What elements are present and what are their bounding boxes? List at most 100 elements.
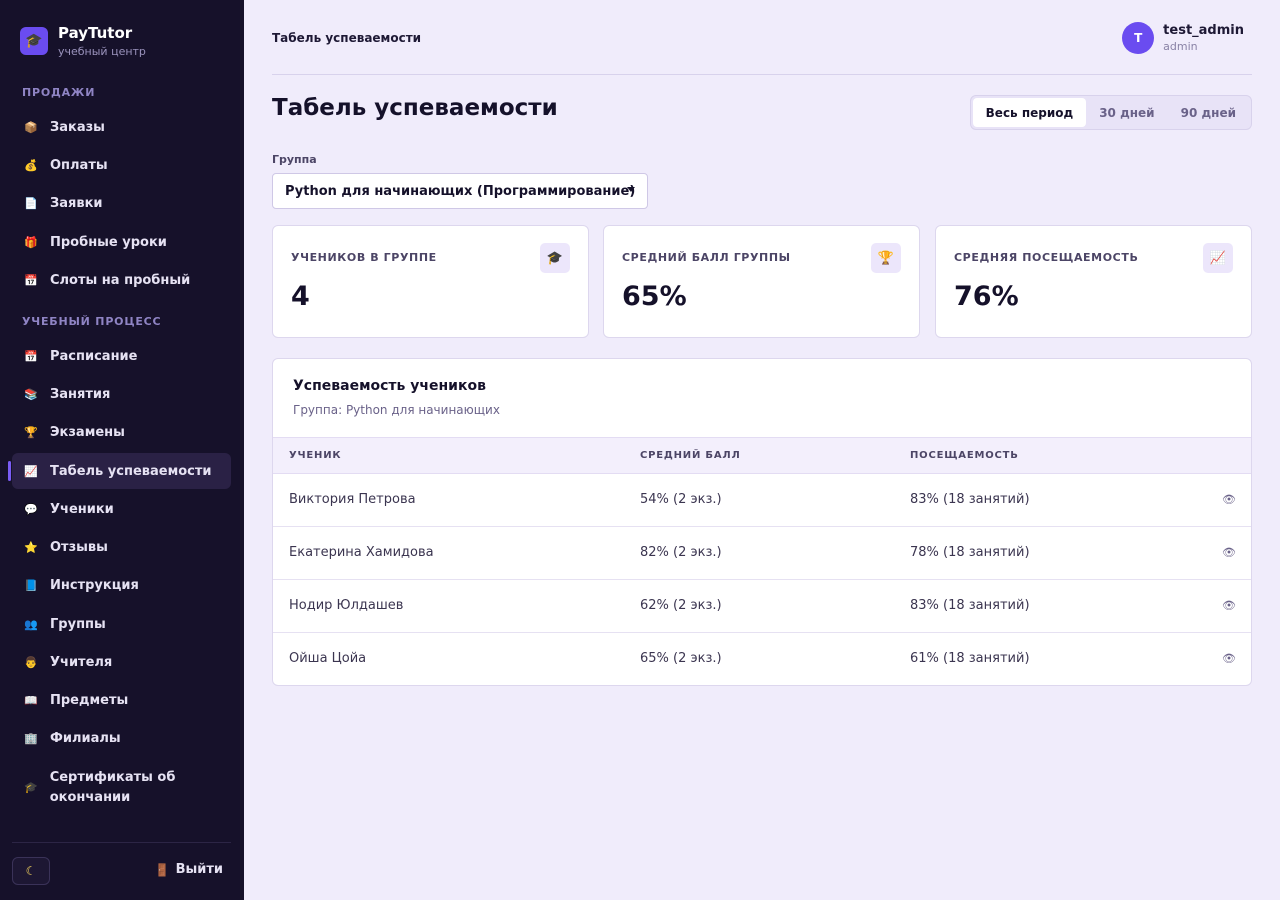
books-icon: 📚	[24, 387, 38, 401]
user-name: test_admin	[1163, 23, 1244, 38]
sidebar-item-label: Расписание	[50, 348, 138, 364]
sidebar-item-label: Заказы	[50, 119, 105, 135]
sidebar-item-teachers[interactable]: 👨 Учителя	[12, 644, 231, 680]
logout-button[interactable]: 🚪 Выйти	[155, 862, 223, 877]
sidebar-item-label: Отзывы	[50, 539, 108, 555]
table-row[interactable]: Екатерина Хамидова 82% (2 экз.) 78% (18 …	[273, 527, 1251, 580]
calendar-icon: 📅	[24, 349, 38, 363]
door-icon: 🚪	[154, 862, 170, 877]
student-score: 62% (2 экз.)	[640, 598, 722, 613]
sidebar-item-orders[interactable]: 📦 Заказы	[12, 109, 231, 145]
column-header-attendance[interactable]: ПОСЕЩАЕМОСТЬ	[910, 450, 1019, 461]
sidebar-item-label: Пробные уроки	[50, 234, 167, 250]
sidebar-item-payments[interactable]: 💰 Оплаты	[12, 147, 231, 183]
table-row[interactable]: Ойша Цойа 65% (2 экз.) 61% (18 занятий) …	[273, 633, 1251, 685]
building-icon: 🏢	[24, 731, 38, 745]
sidebar: 🎓 PayTutor учебный центр ПРОДАЖИ 📦 Заказ…	[0, 0, 244, 900]
stat-value: 65%	[622, 281, 687, 312]
sidebar-item-students[interactable]: 💬 Ученики	[12, 491, 231, 527]
eye-icon[interactable]: 👁	[1221, 544, 1237, 560]
period-30-days-button[interactable]: 30 дней	[1086, 98, 1167, 127]
chart-icon: 📈	[24, 464, 38, 478]
eye-icon[interactable]: 👁	[1221, 491, 1237, 507]
user-menu[interactable]: T test_admin admin	[1122, 22, 1244, 54]
period-switcher: Весь период 30 дней 90 дней	[969, 95, 1252, 130]
stat-label: СРЕДНИЙ БАЛЛ ГРУППЫ	[622, 251, 791, 264]
column-header-student[interactable]: УЧЕНИК	[289, 450, 341, 461]
stat-label: СРЕДНЯЯ ПОСЕЩАЕМОСТЬ	[954, 251, 1139, 264]
sidebar-item-instructions[interactable]: 📘 Инструкция	[12, 567, 231, 603]
student-attendance: 61% (18 занятий)	[910, 651, 1030, 666]
sidebar-item-label: Инструкция	[50, 577, 139, 593]
main-content: Табель успеваемости T test_admin admin Т…	[272, 0, 1252, 686]
sidebar-item-requests[interactable]: 📄 Заявки	[12, 185, 231, 221]
stat-card-average-score: СРЕДНИЙ БАЛЛ ГРУППЫ 65% 🏆	[603, 225, 920, 338]
section-title-education: УЧЕБНЫЙ ПРОЦЕСС	[22, 315, 162, 328]
stat-card-students: УЧЕНИКОВ В ГРУППЕ 4 🎓	[272, 225, 589, 338]
sidebar-item-certificates[interactable]: 🎓 Сертификаты об окончании	[12, 764, 192, 812]
student-name: Ойша Цойа	[289, 651, 367, 666]
student-name: Нодир Юлдашев	[289, 598, 404, 613]
sidebar-item-subjects[interactable]: 📖 Предметы	[12, 682, 231, 718]
chevron-down-icon	[627, 187, 635, 192]
sidebar-item-groups[interactable]: 👥 Группы	[12, 606, 231, 642]
group-select[interactable]: Python для начинающих (Программирование)	[272, 173, 648, 209]
student-name: Виктория Петрова	[289, 492, 416, 507]
graduation-cap-icon: 🎓	[540, 243, 570, 273]
teacher-icon: 👨	[24, 655, 38, 669]
sidebar-item-trial-slots[interactable]: 📅 Слоты на пробный	[12, 262, 231, 298]
book-icon: 📘	[24, 578, 38, 592]
sidebar-item-label: Оплаты	[50, 157, 108, 173]
sidebar-item-label: Учителя	[50, 654, 113, 670]
student-score: 54% (2 экз.)	[640, 492, 722, 507]
gift-icon: 🎁	[24, 235, 38, 249]
sidebar-item-label: Сертификаты об окончании	[49, 770, 176, 805]
sidebar-item-lessons[interactable]: 📚 Занятия	[12, 376, 231, 412]
user-role: admin	[1163, 40, 1198, 53]
sidebar-item-label: Заявки	[50, 195, 103, 211]
money-bag-icon: 💰	[24, 158, 38, 172]
period-all-button[interactable]: Весь период	[972, 98, 1087, 127]
eye-icon[interactable]: 👁	[1221, 650, 1237, 666]
sidebar-item-gradebook[interactable]: 📈 Табель успеваемости	[8, 453, 231, 489]
sidebar-item-trial-lessons[interactable]: 🎁 Пробные уроки	[12, 224, 231, 260]
sidebar-item-reviews[interactable]: ⭐ Отзывы	[12, 529, 231, 565]
sidebar-item-label: Занятия	[50, 386, 111, 402]
sidebar-item-branches[interactable]: 🏢 Филиалы	[12, 720, 231, 756]
document-icon: 📄	[24, 196, 38, 210]
group-label: Группа	[272, 153, 317, 166]
table-row[interactable]: Виктория Петрова 54% (2 экз.) 83% (18 за…	[273, 474, 1251, 527]
period-90-days-button[interactable]: 90 дней	[1168, 98, 1249, 127]
student-attendance: 78% (18 занятий)	[910, 545, 1030, 560]
students-performance-table: Успеваемость учеников Группа: Python для…	[272, 358, 1252, 686]
brand-subtitle: учебный центр	[58, 45, 146, 58]
table-title: Успеваемость учеников	[293, 378, 486, 394]
moon-icon: ☾	[25, 864, 37, 878]
stat-card-attendance: СРЕДНЯЯ ПОСЕЩАЕМОСТЬ 76% 📈	[935, 225, 1252, 338]
people-icon: 👥	[24, 617, 38, 631]
table-subtitle: Группа: Python для начинающих	[293, 403, 500, 417]
table-row[interactable]: Нодир Юлдашев 62% (2 экз.) 83% (18 занят…	[273, 580, 1251, 633]
sidebar-item-label: Экзамены	[50, 424, 125, 440]
package-icon: 📦	[24, 120, 38, 134]
trophy-icon: 🏆	[871, 243, 901, 273]
sidebar-item-label: Ученики	[50, 501, 114, 517]
star-icon: ⭐	[24, 540, 38, 554]
student-score: 82% (2 экз.)	[640, 545, 722, 560]
graduation-cap-icon: 🎓	[24, 781, 38, 794]
eye-icon[interactable]: 👁	[1221, 597, 1237, 613]
student-name: Екатерина Хамидова	[289, 545, 434, 560]
sidebar-item-schedule[interactable]: 📅 Расписание	[12, 338, 231, 374]
brand[interactable]: 🎓 PayTutor учебный центр	[20, 24, 146, 58]
stat-label: УЧЕНИКОВ В ГРУППЕ	[291, 251, 437, 264]
student-attendance: 83% (18 занятий)	[910, 598, 1030, 613]
graduation-cap-icon: 🎓	[20, 27, 48, 55]
sidebar-item-exams[interactable]: 🏆 Экзамены	[12, 414, 231, 450]
theme-toggle-button[interactable]: ☾	[12, 857, 50, 885]
page-title: Табель успеваемости	[272, 95, 558, 121]
stat-value: 76%	[954, 281, 1019, 312]
table-header: УЧЕНИК СРЕДНИЙ БАЛЛ ПОСЕЩАЕМОСТЬ	[273, 437, 1251, 474]
column-header-score[interactable]: СРЕДНИЙ БАЛЛ	[640, 450, 741, 461]
sidebar-item-label: Слоты на пробный	[50, 272, 191, 288]
breadcrumb: Табель успеваемости	[272, 31, 422, 45]
